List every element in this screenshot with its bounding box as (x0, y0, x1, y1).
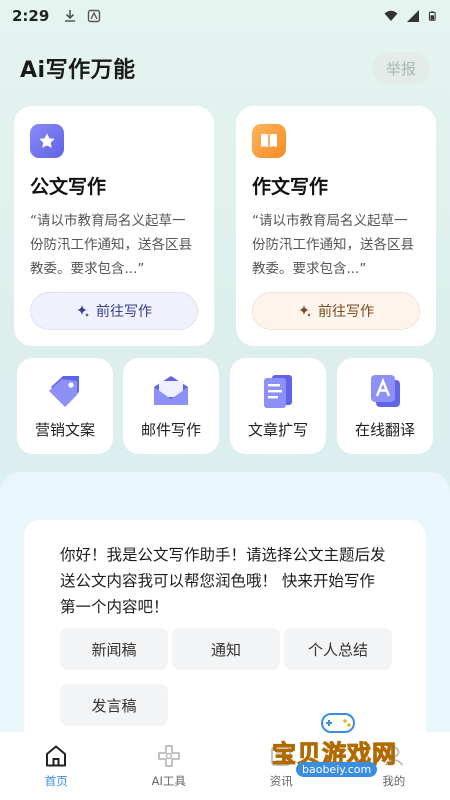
sparkle-icon (299, 305, 311, 317)
tool-label: 在线翻译 (354, 420, 415, 439)
app-notification-icon (88, 9, 101, 23)
tool-label: 营销文案 (34, 420, 95, 439)
tool-email-writing[interactable]: 邮件写作 (123, 358, 219, 454)
go-write-button[interactable]: 前往写作 (252, 292, 420, 330)
card-title: 作文写作 (252, 176, 329, 198)
translate-icon (371, 374, 400, 407)
report-button[interactable]: 举报 (371, 51, 430, 85)
header: Ai写作万能 举报 (0, 48, 450, 88)
status-time: 2:29 (12, 7, 50, 25)
card-description: “请以市教育局名义起草一份防汛工作通知，送各区县教委。要求包含...” (252, 213, 414, 277)
tool-online-translation[interactable]: 在线翻译 (337, 358, 433, 454)
signal-icon (407, 10, 419, 22)
nav-label: 首页 (44, 774, 68, 788)
home-icon (46, 745, 67, 767)
card-title: 公文写作 (30, 176, 107, 198)
star-icon (30, 124, 64, 158)
download-icon (65, 10, 76, 22)
app-title: Ai写作万能 (20, 58, 136, 83)
ai-tools-icon (157, 745, 180, 767)
nav-home[interactable]: 首页 (0, 732, 113, 800)
official-writing-card[interactable]: 公文写作 “请以市教育局名义起草一份防汛工作通知，送各区县教委。要求包含...”… (14, 106, 214, 346)
assistant-message: 你好！我是公文写作助手！请选择公文主题后发送公文内容我可以帮您润色哦！ 快来开始… (60, 546, 386, 616)
tool-label: 邮件写作 (140, 420, 201, 439)
envelope-icon (154, 375, 188, 405)
status-bar: 2:29 (0, 0, 450, 32)
chip-speech-draft[interactable]: 发言稿 (60, 684, 168, 726)
chip-personal-summary[interactable]: 个人总结 (284, 628, 392, 670)
tool-marketing-copy[interactable]: 营销文案 (17, 358, 113, 454)
wifi-icon (384, 10, 398, 21)
book-icon (252, 124, 286, 158)
card-description: “请以市教育局名义起草一份防汛工作通知，送各区县教委。要求包含...” (30, 213, 192, 277)
go-write-button[interactable]: 前往写作 (30, 292, 198, 330)
tool-label: 文章扩写 (247, 420, 308, 439)
chip-notice[interactable]: 通知 (172, 628, 280, 670)
tool-article-expansion[interactable]: 文章扩写 (230, 358, 326, 454)
go-write-label: 前往写作 (96, 304, 152, 320)
watermark-url: baobeiy.com (296, 762, 378, 777)
essay-writing-card[interactable]: 作文写作 “请以市教育局名义起草一份防汛工作通知，送各区县教委。要求包含...”… (236, 106, 436, 346)
nav-ai-tools[interactable]: AI工具 (113, 732, 226, 800)
go-write-label: 前往写作 (318, 304, 374, 320)
chip-news-release[interactable]: 新闻稿 (60, 628, 168, 670)
nav-label: AI工具 (151, 774, 186, 788)
document-icon (264, 374, 292, 408)
site-watermark: 宝贝游戏网 baobeiy.com (268, 706, 428, 784)
tag-icon (49, 375, 79, 407)
sparkle-icon (77, 305, 89, 317)
battery-icon (428, 11, 436, 21)
